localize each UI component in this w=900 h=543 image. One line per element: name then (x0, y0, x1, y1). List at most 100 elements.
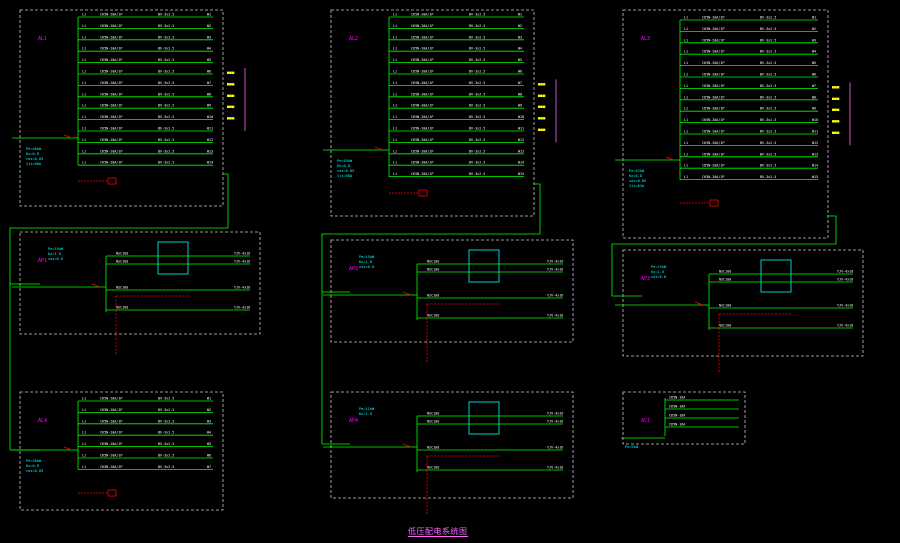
phase-label: L1 (684, 152, 688, 156)
phase-label: L1 (82, 161, 86, 165)
cable-label: BV-3x2.5 (158, 419, 174, 423)
breaker-label: C65N-20A/1P (702, 95, 724, 99)
cable-label: BV-3x2.5 (158, 465, 174, 469)
cable-label: BV-3x2.5 (158, 127, 174, 131)
feeder-tag: ■■■ (832, 96, 840, 101)
circuit-number: W3 (207, 35, 211, 39)
spd-box (418, 189, 428, 197)
breaker-label: C65N-20A/1P (100, 149, 122, 153)
vfd-box (468, 249, 500, 283)
cable-label: YJV-4x16 (234, 286, 250, 290)
cable-label: BV-3x2.5 (469, 161, 485, 165)
breaker-label: C65N-20A/1P (411, 35, 433, 39)
circuit-number: W2 (812, 27, 816, 31)
load-note: Pe=15kW (359, 255, 375, 259)
breaker-label: NSC100 (427, 412, 439, 416)
circuit-number: W12 (812, 141, 818, 145)
panel-al2: AL2 L1 C65N-20A/1P BV-3x2.5 W1 L1 C65N-20A/1P B… (323, 9, 557, 217)
circuit-number: W6 (812, 73, 816, 77)
breaker-label: C65N-20A/1P (100, 408, 122, 412)
cable-label: YJV-4x16 (234, 252, 250, 256)
phase-label: L1 (684, 27, 688, 31)
vfd-box (760, 259, 792, 293)
cable-label: BV-3x2.5 (158, 104, 174, 108)
cable-label: YJV-4x16 (547, 466, 563, 470)
phase-label: L1 (684, 164, 688, 168)
load-note: Ijs=68A (337, 174, 353, 178)
breaker-label: C65N-20A/1P (411, 138, 433, 142)
circuit-number: W14 (207, 161, 213, 165)
breaker-label: NSC100 (116, 286, 128, 290)
breaker-label: NSC100 (719, 278, 731, 282)
phase-label: L1 (82, 419, 86, 423)
cable-label: BV-3x2.5 (469, 138, 485, 142)
feeder-cable (611, 215, 837, 297)
cable-label: BV-3x2.5 (158, 24, 174, 28)
breaker-label: C65N-20A/1P (702, 84, 724, 88)
breaker-label: C65N-20A/1P (702, 50, 724, 54)
cable-label: BV-3x2.5 (158, 70, 174, 74)
circuit-number: W12 (207, 138, 213, 142)
breaker-label: C65N-20A/1P (100, 115, 122, 119)
cable-label: BV-3x2.5 (469, 24, 485, 28)
main-breaker (91, 283, 101, 288)
panel-name-label: AC1 (641, 418, 650, 424)
breaker-label: NSC100 (427, 268, 439, 272)
cable-label: BV-3x2.5 (469, 115, 485, 119)
load-note: Pe=11kW (359, 407, 375, 411)
load-note: Pe=15kW (651, 265, 667, 269)
breaker-label: C65N-16A (669, 423, 685, 427)
breaker-label: C65N-20A/1P (411, 161, 433, 165)
phase-label: L1 (393, 172, 397, 176)
breaker-label: C65N-20A/1P (411, 13, 433, 17)
circuit-number: W11 (518, 127, 524, 131)
phase-label: L1 (82, 115, 86, 119)
cable-label: BV-3x2.5 (760, 141, 776, 145)
phase-label: L1 (393, 81, 397, 85)
phase-label: L1 (393, 92, 397, 96)
breaker-label: NSC100 (427, 314, 439, 318)
breaker-label: C65N-16A (669, 414, 685, 418)
phase-label: L1 (684, 118, 688, 122)
phase-label: L1 (393, 161, 397, 165)
breaker-label: C65N-20A/1P (100, 419, 122, 423)
circuit-number: W1 (812, 16, 816, 20)
cable-label: BV-3x2.5 (469, 172, 485, 176)
load-note: cos=0.8 (359, 265, 374, 269)
main-breaker (374, 146, 384, 151)
breaker-label: NSC100 (116, 252, 128, 256)
load-note: cos=0.85 (26, 469, 43, 473)
load-note: cos=0.85 (629, 179, 646, 183)
cable-label: BV-3x2.5 (469, 104, 485, 108)
cable-label: BV-3x2.5 (158, 161, 174, 165)
circuit-number: W5 (207, 58, 211, 62)
breaker-label: C65N-20A/1P (702, 107, 724, 111)
load-note: Kx=1.0 (651, 270, 664, 274)
breaker-label: C65N-20A/1P (411, 115, 433, 119)
cable-label: BV-3x2.5 (760, 61, 776, 65)
feeder-tag: ■■■ (538, 93, 546, 98)
phase-label: L1 (684, 61, 688, 65)
phase-label: L1 (393, 138, 397, 142)
breaker-label: C65N-20A/1P (411, 172, 433, 176)
feeder-tag: ■■■ (227, 93, 235, 98)
breaker-label: C65N-20A/1P (100, 397, 122, 401)
cable-label: YJV-4x16 (547, 314, 563, 318)
cable-label: BV-3x2.5 (469, 92, 485, 96)
breaker-label: C65N-20A/1P (100, 70, 122, 74)
circuit-number: W11 (207, 127, 213, 131)
phase-label: L1 (82, 127, 86, 131)
breaker-label: C65N-20A/1P (100, 104, 122, 108)
phase-label: L1 (393, 104, 397, 108)
breaker-label: C65N-20A/1P (411, 58, 433, 62)
circuit-number: W8 (207, 92, 211, 96)
load-note: Kx=0.8 (629, 174, 642, 178)
feeder-cable (321, 183, 541, 293)
breaker-label: C65N-16A (669, 405, 685, 409)
cable-label: BV-3x2.5 (469, 58, 485, 62)
breaker-label: C65N-20A/1P (411, 149, 433, 153)
cable-label: BV-3x2.5 (158, 81, 174, 85)
breaker-label: NSC100 (719, 270, 731, 274)
phase-label: L1 (393, 24, 397, 28)
feeder-cable (9, 284, 40, 451)
